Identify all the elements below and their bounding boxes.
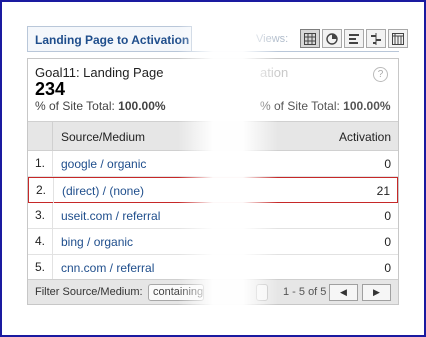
comparison-icon[interactable] [366, 29, 386, 48]
activation-site-total-label: % of Site Total: [260, 99, 340, 113]
table-row: 1. google / organic 0 [28, 151, 398, 177]
views-label: Views: [256, 33, 289, 45]
arrow-left-icon: ◀ [340, 287, 347, 297]
row-index: 1. [28, 151, 53, 176]
activation-value: 0 [384, 261, 391, 275]
index-column-header [28, 122, 53, 150]
report-panel: Goal11: Landing Page 234 % of Site Total… [27, 58, 399, 305]
row-index: 3. [28, 203, 53, 228]
filter-input[interactable] [256, 284, 268, 301]
next-page-button[interactable]: ▶ [362, 284, 391, 301]
table-grid-icon[interactable] [300, 29, 320, 48]
source-medium-column-header[interactable]: Source/Medium [61, 130, 145, 144]
tab-strip-divider [27, 51, 399, 52]
source-medium-link[interactable]: google / organic [61, 157, 146, 171]
goal-value: 234 [35, 79, 66, 99]
table-footer: Filter Source/Medium: containing 1 - 5 o… [28, 279, 398, 304]
source-medium-link[interactable]: useit.com / referral [61, 209, 160, 223]
activation-value: 0 [384, 235, 391, 249]
tab-landing-page-to-activation[interactable]: Landing Page to Activation [27, 26, 192, 52]
activation-site-total: % of Site Total: 100.00% [260, 99, 391, 113]
goal-title: Goal11: Landing Page [35, 65, 164, 80]
pivot-icon[interactable] [388, 29, 408, 48]
goal-site-total: % of Site Total: 100.00% [35, 99, 166, 113]
filter-label: Filter Source/Medium: [35, 286, 143, 298]
previous-page-button[interactable]: ◀ [329, 284, 358, 301]
activation-site-total-value: 100.00% [343, 99, 391, 113]
table-row: 4. bing / organic 0 [28, 229, 398, 255]
table-header: Source/Medium Activation [28, 121, 398, 151]
table-row: 5. cnn.com / referral 0 [28, 255, 398, 281]
table-row: 3. useit.com / referral 0 [28, 203, 398, 229]
row-index: 4. [28, 229, 53, 254]
pie-chart-icon[interactable] [322, 29, 342, 48]
bar-list-icon[interactable] [344, 29, 364, 48]
goal-site-total-label: % of Site Total: [35, 99, 115, 113]
activation-value: 0 [384, 209, 391, 223]
source-medium-link[interactable]: bing / organic [61, 235, 133, 249]
pagination-range: 1 - 5 of 5 [283, 286, 327, 298]
summary-section: Goal11: Landing Page 234 % of Site Total… [28, 59, 398, 121]
view-switcher [300, 29, 408, 48]
source-medium-link[interactable]: (direct) / (none) [62, 184, 144, 198]
table-row-highlighted: 2. (direct) / (none) 21 [28, 177, 398, 203]
source-medium-link[interactable]: cnn.com / referral [61, 261, 154, 275]
goal-site-total-value: 100.00% [118, 99, 166, 113]
activation-column-header[interactable]: Activation [339, 130, 391, 144]
row-index: 2. [29, 178, 54, 203]
help-icon[interactable]: ? [373, 67, 388, 82]
filter-match-select[interactable]: containing [148, 284, 204, 301]
activation-title: ation [260, 65, 289, 80]
activation-value: 0 [384, 157, 391, 171]
activation-value: 21 [376, 184, 390, 198]
arrow-right-icon: ▶ [373, 287, 380, 297]
row-index: 5. [28, 255, 53, 280]
